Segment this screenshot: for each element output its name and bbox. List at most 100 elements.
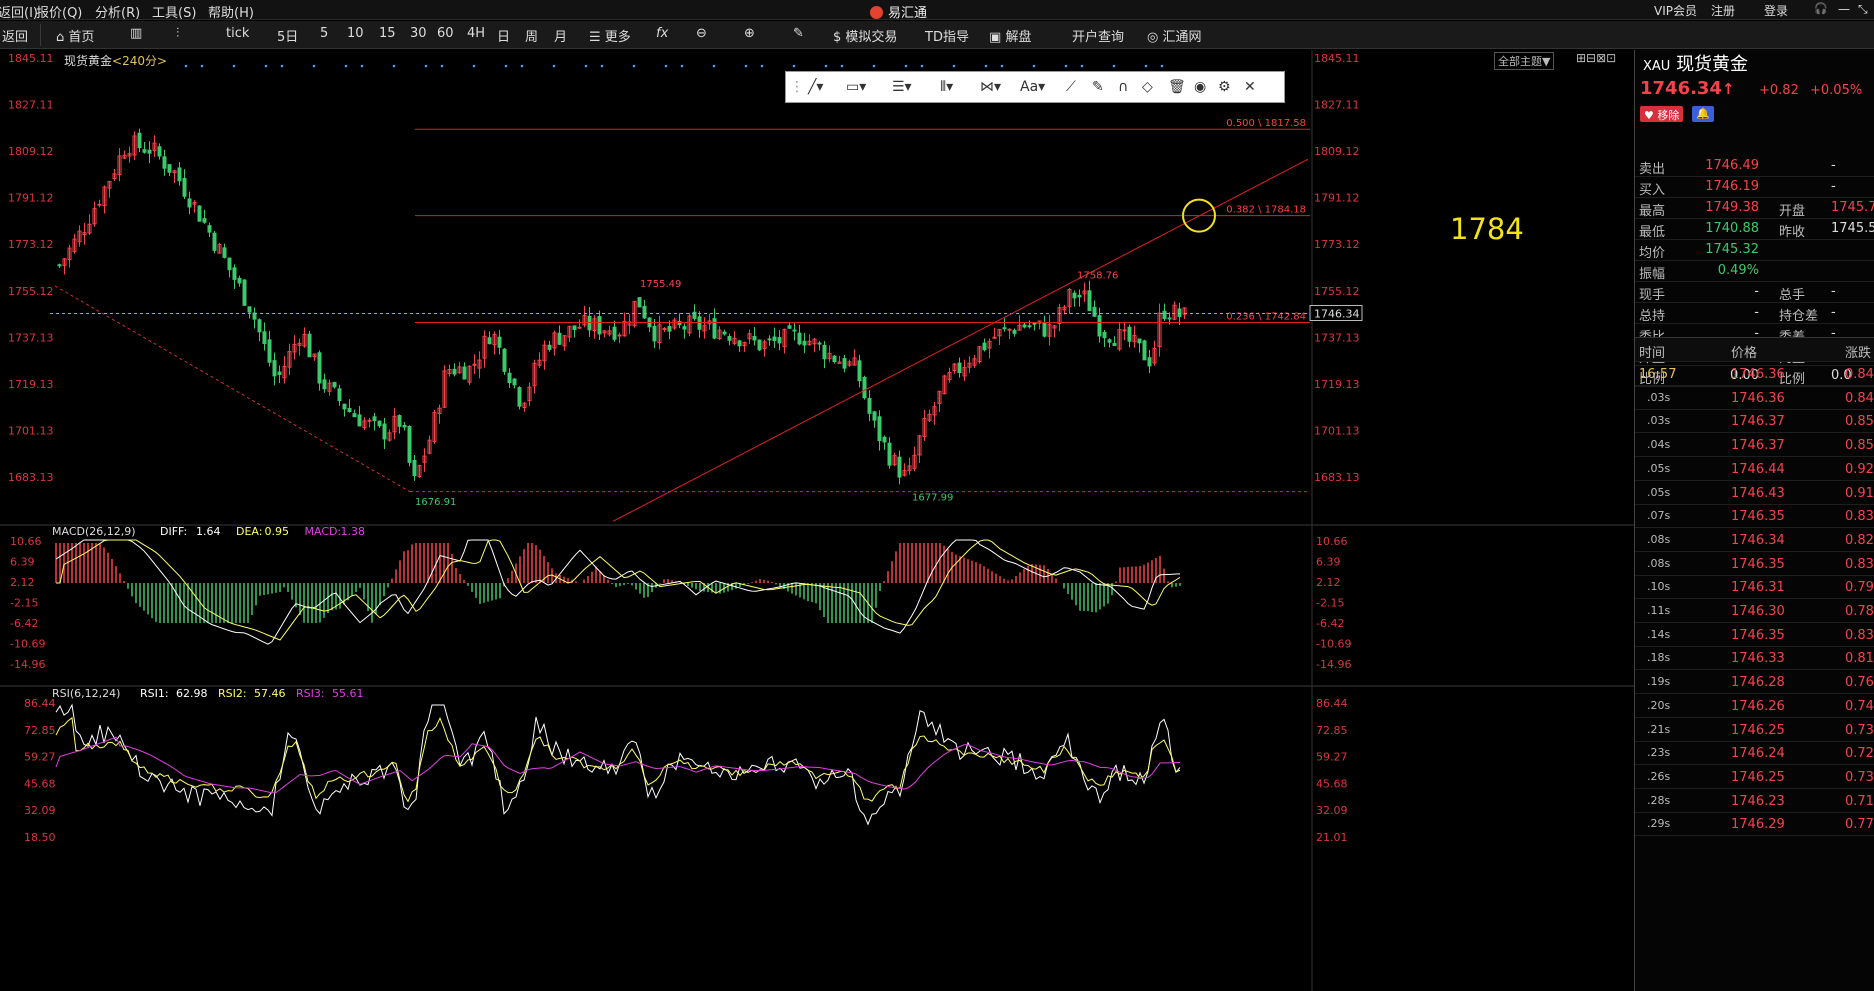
eye-icon[interactable]: ◉ [1194,79,1206,95]
chart-type-icon[interactable]: ▥ [130,26,142,41]
quote-row-value2: 1745.5 [1831,221,1874,236]
huitong-button[interactable]: ◎ 汇通网 [1147,26,1202,45]
chart-area[interactable]: 1845.11 1845.11 1827.11 1827.11 1809.12 1809.… [0,50,1634,991]
marker-dot [264,64,268,68]
y-tick-right: 1737.13 [1314,331,1360,344]
tick-row: .26s 1746.25 0.73 [1635,766,1874,789]
gear-icon[interactable]: ⚙ [1218,79,1231,95]
magnet-icon[interactable]: ∩ [1118,79,1128,95]
tick-change: 0.74 [1845,698,1874,714]
macd-legend-value: 1.38 [341,525,366,538]
candle-body [342,403,347,410]
trash-icon[interactable]: 🗑 [1168,79,1186,95]
period-15[interactable]: 15 [379,26,396,41]
brush-icon[interactable]: ✎ [1092,79,1104,95]
tick-button[interactable]: tick [226,26,249,41]
y-tick-left: 1845.11 [8,52,54,65]
all-themes-button[interactable]: 全部主题▼ [1494,52,1555,70]
macd-tick-right: -10.69 [1316,638,1351,651]
marker-dot [680,64,684,68]
close-icon[interactable]: ✕ [1244,79,1256,95]
menu-help[interactable]: 帮助(H) [208,2,254,21]
pen-icon[interactable]: ✎ [793,26,804,41]
menu-tools[interactable]: 工具(S) [152,2,196,21]
tick-row: .05s 1746.44 0.92 [1635,458,1874,481]
login-link[interactable]: 登录 [1764,2,1788,19]
pattern-tool-icon[interactable]: ⋈▾ [980,79,1001,95]
rect-tool-icon[interactable]: ▭▾ [846,79,866,95]
restore-icon[interactable]: ⤡ [1858,2,1868,17]
candle-body [1022,324,1027,328]
formula-icon[interactable]: fx [656,26,668,41]
zoom-out-icon[interactable]: ⊖ [696,26,707,41]
marker-dot [1112,64,1116,68]
period-60[interactable]: 60 [437,26,454,41]
period-day[interactable]: 日 [497,26,510,45]
quote-row: 现手 - 总手 - [1635,282,1874,303]
remove-watch-button[interactable]: ♥ 移除 [1640,106,1684,122]
candle-body [487,337,492,345]
zoom-in-icon[interactable]: ⊕ [744,26,755,41]
menu-quote[interactable]: 报价(Q) [36,2,82,21]
minimize-icon[interactable]: — [1838,2,1850,16]
more-button[interactable]: ☰ 更多 [589,26,631,45]
bell-icon[interactable]: 🔔 [1692,106,1714,122]
rsi-legend-name: RSI1: [140,687,169,700]
menu-analysis[interactable]: 分析(R) [95,2,140,21]
ruler-icon[interactable]: ⟋ [1066,79,1076,95]
eraser-icon[interactable]: ◇ [1142,79,1153,95]
period-5[interactable]: 5 [320,26,328,41]
candle-body [712,318,717,339]
register-link[interactable]: 注册 [1711,2,1735,19]
menu-back[interactable]: 返回(I) [0,2,38,21]
quote-title: XAU 现货黄金 [1643,50,1748,76]
y-tick-right: 1719.13 [1314,378,1360,391]
home-button[interactable]: ⌂ 首页 [56,26,94,45]
period-10[interactable]: 10 [347,26,364,41]
candle-body [257,319,262,333]
text-tool-icon[interactable]: Aa▾ [1020,79,1045,95]
line-tool-icon[interactable]: ╱▾ [808,79,823,95]
tick-time: .20s [1647,698,1671,712]
period-5d[interactable]: 5日 [277,26,298,45]
layout-icons[interactable]: ⊞⊟⊠⊡ [1576,51,1616,65]
home-icon: ⌂ [56,30,65,45]
candle-body [642,305,647,319]
sim-trade-button[interactable]: $ 模拟交易 [833,26,897,45]
td-guide-button[interactable]: TD指导 [925,26,969,45]
quote-row: 买入 1746.19 - [1635,177,1874,198]
period-month[interactable]: 月 [554,26,567,45]
candle-body [842,358,847,369]
quote-row-value: 1740.88 [1705,221,1759,236]
tick-row: .03s 1746.36 0.84 [1635,387,1874,410]
period-30[interactable]: 30 [410,26,427,41]
analysis-button[interactable]: ▣ 解盘 [989,26,1031,45]
marker-dot [952,64,956,68]
back-button[interactable]: 返回 [2,26,28,45]
fib-tool-icon[interactable]: ⦀▾ [940,79,953,95]
candle-body [247,306,252,313]
marker-dot [200,64,204,68]
tick-change: 0.82 [1845,532,1874,548]
period-week[interactable]: 周 [525,26,538,45]
open-account-button[interactable]: 开户查询 [1072,26,1124,45]
candle-icon[interactable]: ⫶ [176,26,179,41]
ticks-col-time: 时间 [1639,346,1666,361]
vip-link[interactable]: VIP会员 [1654,2,1697,19]
drag-handle-icon[interactable]: ⋮ [790,79,804,95]
candle-body [242,279,247,306]
candle-body [772,336,777,341]
tick-time: .14s [1647,627,1671,641]
candle-body [222,247,227,258]
macd-tick-left: -2.15 [10,597,38,610]
fib-label: 0.500 \ 1817.58 [1226,118,1306,129]
period-4h[interactable]: 4H [467,26,485,41]
marker-dot [360,64,364,68]
rsi-tick-right: 72.85 [1316,724,1348,737]
y-tick-right: 1845.11 [1314,52,1360,65]
channel-tool-icon[interactable]: ☰▾ [892,79,912,95]
candle-body [1042,322,1047,337]
quote-row-label2: 昨收 [1779,225,1806,240]
candle-body [262,331,267,345]
headset-icon[interactable]: 🎧 [1814,2,1828,15]
